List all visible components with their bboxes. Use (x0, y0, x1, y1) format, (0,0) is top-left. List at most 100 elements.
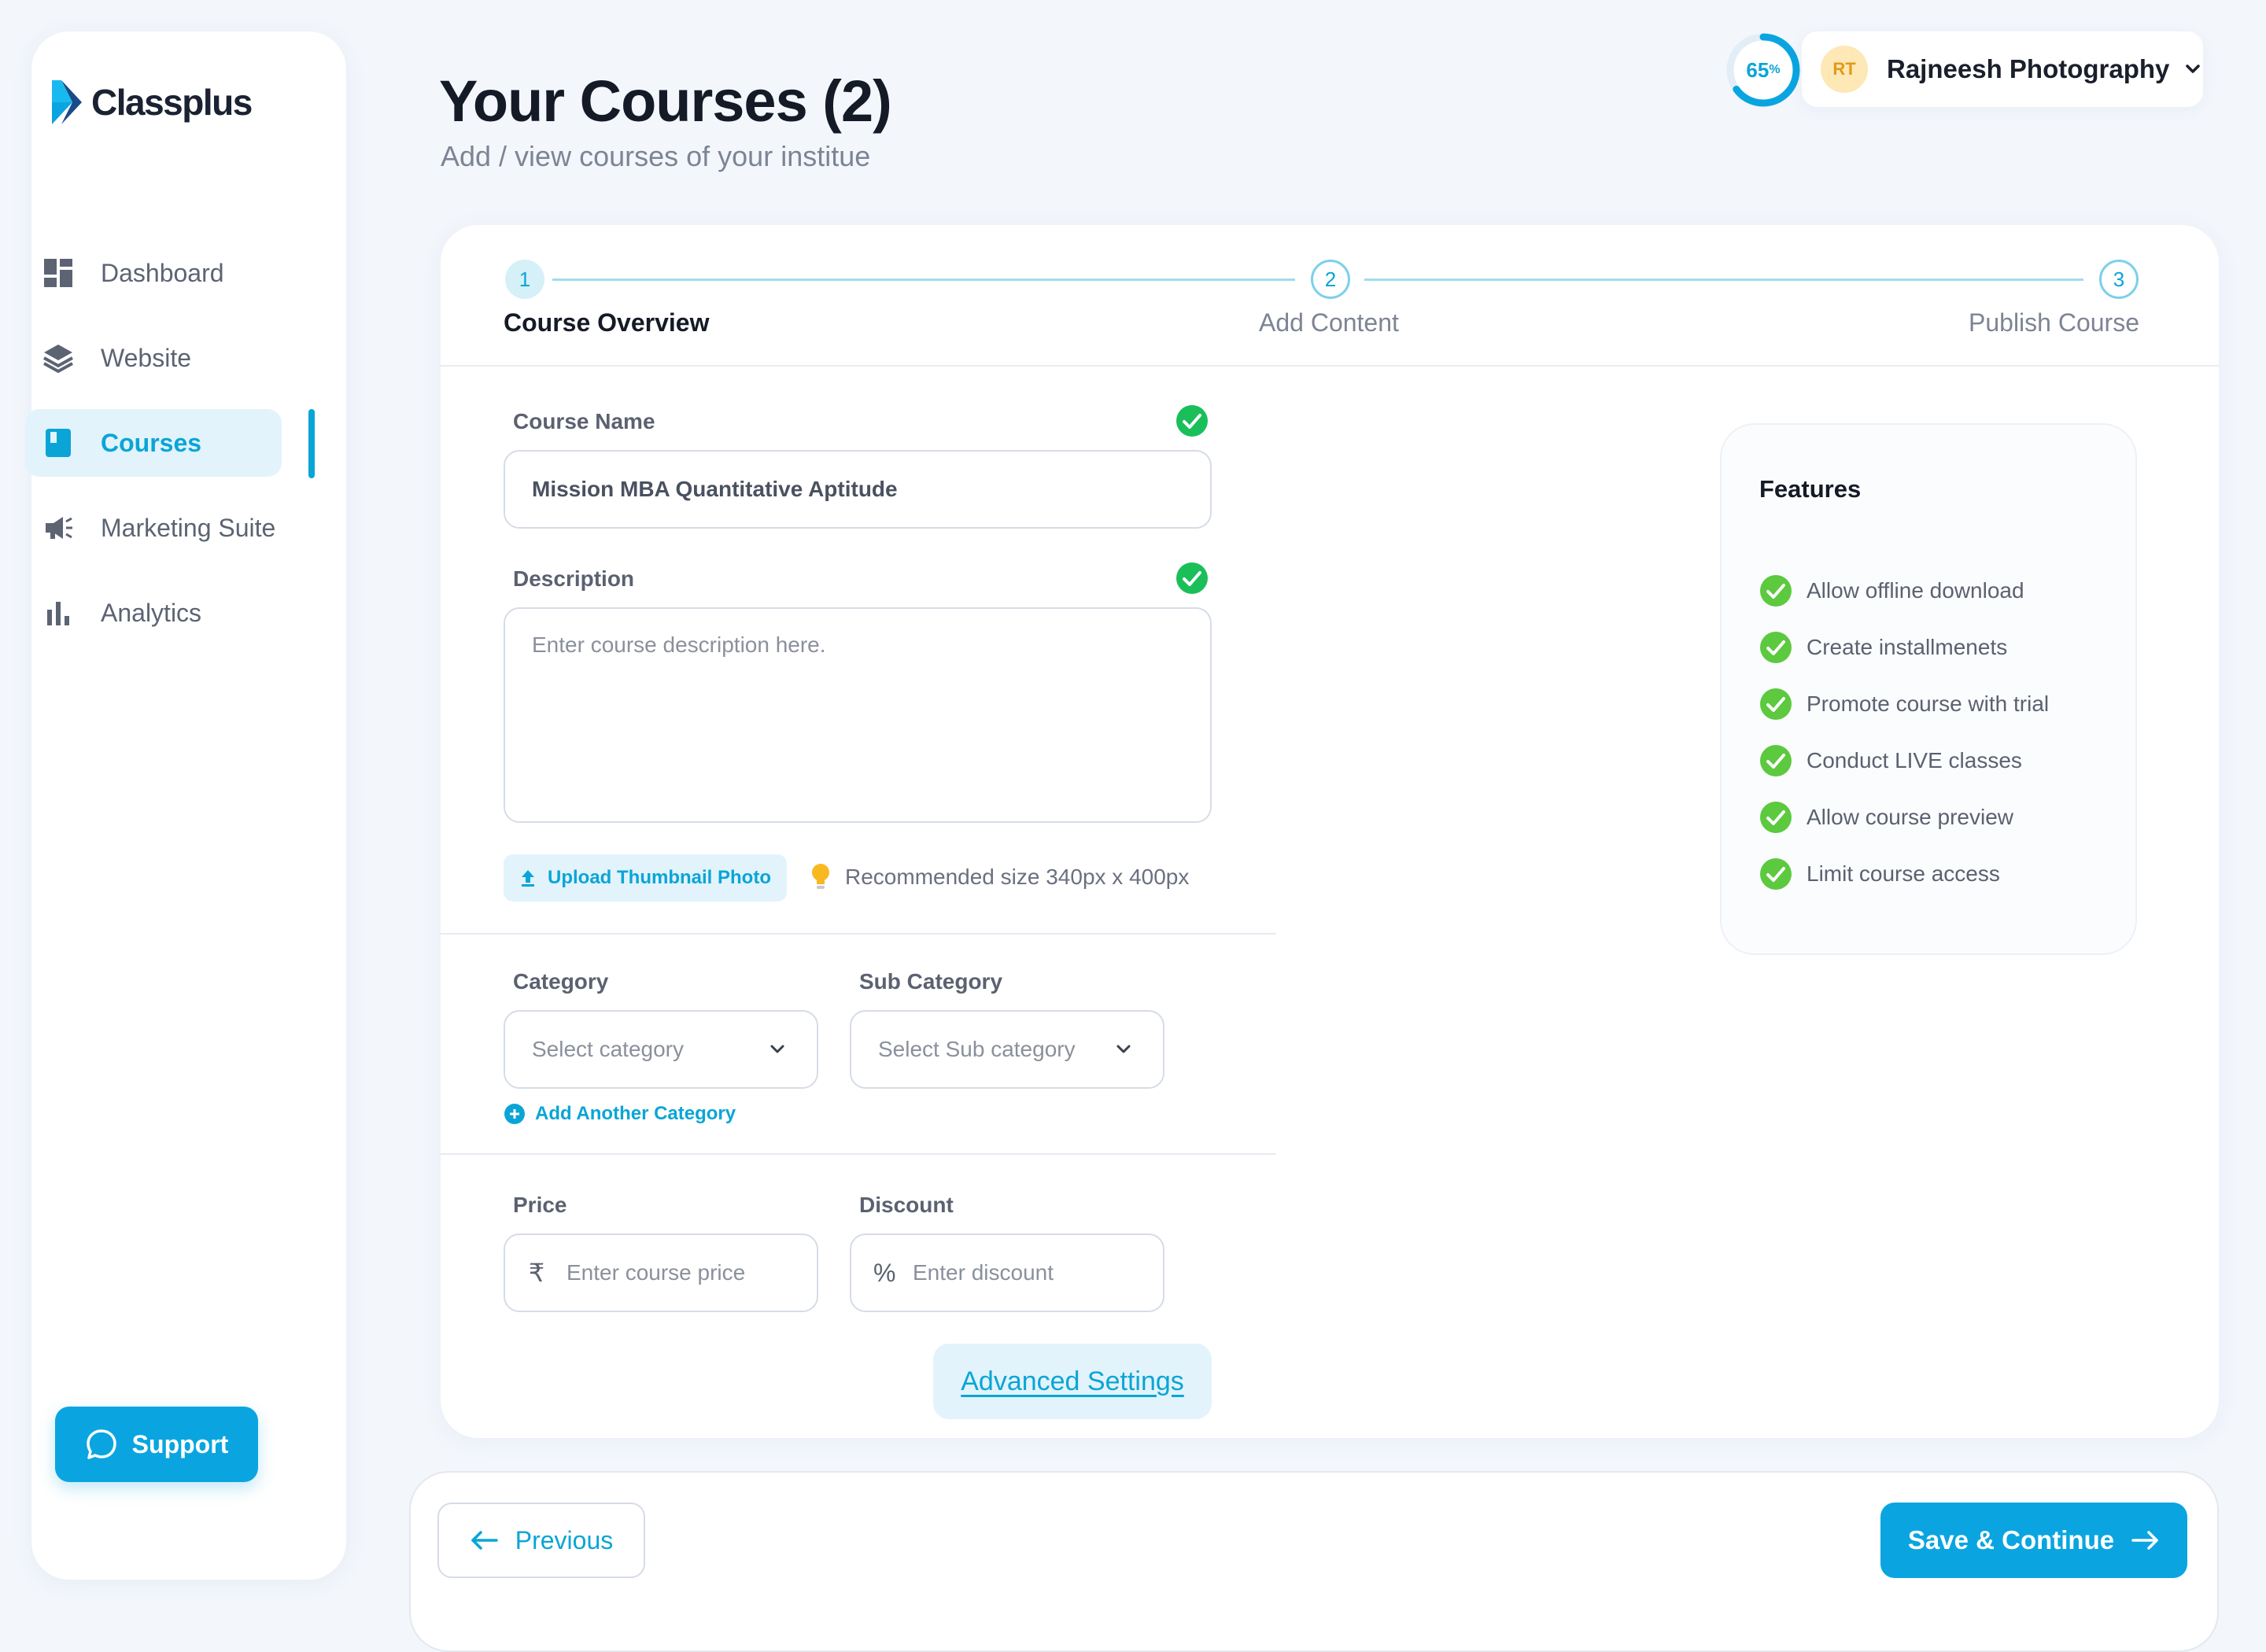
save-and-continue-button[interactable]: Save & Continue (1880, 1503, 2187, 1578)
sidebar-item-dashboard[interactable]: Dashboard (25, 239, 282, 307)
category-placeholder: Select category (532, 1037, 684, 1061)
check-circle-icon (1760, 575, 1792, 607)
price-input[interactable]: ₹ Enter course price (504, 1233, 818, 1312)
check-circle-icon (1760, 858, 1792, 890)
price-label: Price (513, 1193, 567, 1217)
step-3-label: Publish Course (1969, 308, 2139, 337)
book-icon (41, 426, 76, 460)
course-name-input[interactable]: Mission MBA Quantitative Aptitude (504, 450, 1212, 529)
avatar: RT (1821, 46, 1868, 93)
feature-item: Allow offline download (1759, 574, 2024, 607)
support-label: Support (131, 1429, 229, 1458)
chat-bubble-icon (86, 1429, 116, 1459)
page-subtitle: Add / view courses of your institue (441, 140, 871, 172)
step-2-indicator: 2 (1311, 260, 1350, 299)
lightbulb-icon (812, 864, 829, 889)
recommended-size-tip: Recommended size 340px x 400px (810, 862, 1189, 892)
course-name-value: Mission MBA Quantitative Aptitude (532, 477, 898, 501)
arrow-right-icon (2131, 1531, 2158, 1550)
logo[interactable]: Classplus (49, 72, 253, 132)
features-title: Features (1759, 475, 1862, 503)
advanced-settings-button[interactable]: Advanced Settings (933, 1344, 1212, 1419)
category-label: Category (513, 969, 609, 994)
classplus-logo-icon (52, 80, 82, 124)
sub-category-label: Sub Category (859, 969, 1003, 994)
upload-thumbnail-label: Upload Thumbnail Photo (548, 867, 771, 888)
account-switcher[interactable]: RT Rajneesh Photography (1802, 31, 2203, 107)
sidebar-item-label: Marketing Suite (101, 513, 276, 542)
description-textarea[interactable] (504, 607, 1212, 823)
step-1-indicator: 1 (505, 260, 544, 299)
upload-thumbnail-button[interactable]: Upload Thumbnail Photo (504, 854, 787, 902)
active-nav-indicator (308, 409, 315, 478)
chevron-down-icon (2186, 65, 2201, 73)
plus-circle-icon (504, 1104, 525, 1124)
sidebar-item-label: Website (101, 343, 192, 372)
check-circle-icon (1760, 802, 1792, 833)
feature-label: Create installmenets (1807, 635, 2008, 659)
account-name: Rajneesh Photography (1887, 54, 2170, 83)
discount-label: Discount (859, 1193, 954, 1217)
description-label: Description (513, 566, 635, 591)
step-2-label: Add Content (1259, 308, 1399, 337)
stepper-divider (441, 365, 2219, 367)
feature-label: Limit course access (1807, 861, 2000, 886)
recommended-size-text: Recommended size 340px x 400px (845, 865, 1190, 889)
stepper-connector (1364, 278, 2083, 281)
feature-item: Promote course with trial (1759, 688, 2049, 721)
sidebar-item-label: Dashboard (101, 258, 224, 287)
chevron-down-icon (1116, 1045, 1131, 1053)
previous-label: Previous (515, 1525, 614, 1554)
feature-label: Allow course preview (1807, 805, 2013, 829)
sidebar-item-analytics[interactable]: Analytics (25, 579, 282, 647)
rupee-icon: ₹ (528, 1259, 545, 1287)
sidebar-item-label: Analytics (101, 598, 202, 627)
sidebar-item-website[interactable]: Website (25, 324, 282, 392)
sub-category-placeholder: Select Sub category (878, 1037, 1076, 1061)
features-panel: Features Allow offline download Create i… (1720, 423, 2137, 955)
bar-chart-icon (41, 596, 76, 630)
check-circle-icon (1176, 405, 1208, 437)
sidebar-item-label: Courses (101, 428, 202, 457)
step-1-label: Course Overview (504, 308, 710, 337)
discount-input[interactable]: % Enter discount (850, 1233, 1164, 1312)
save-and-continue-label: Save & Continue (1907, 1525, 2115, 1554)
feature-item: Allow course preview (1759, 801, 2013, 834)
previous-button[interactable]: Previous (437, 1503, 645, 1578)
profile-progress-unit: % (1769, 63, 1781, 76)
feature-item: Conduct LIVE classes (1759, 744, 2022, 777)
check-circle-icon (1176, 562, 1208, 594)
check-circle-icon (1760, 688, 1792, 720)
feature-item: Limit course access (1759, 857, 2000, 891)
profile-progress-value: 65 (1746, 57, 1770, 82)
feature-label: Conduct LIVE classes (1807, 748, 2022, 773)
layers-icon (41, 341, 76, 375)
stepper-connector (552, 278, 1295, 281)
percent-icon: % (873, 1258, 896, 1287)
sidebar-item-courses[interactable]: Courses (25, 409, 282, 477)
support-button[interactable]: Support (55, 1407, 258, 1482)
section-divider (441, 1153, 1276, 1155)
step-3-indicator: 3 (2099, 260, 2139, 299)
upload-icon (522, 870, 535, 887)
add-another-category-link[interactable]: Add Another Category (504, 1103, 736, 1125)
page-title: Your Courses (2) (439, 68, 892, 134)
megaphone-icon (41, 511, 76, 545)
dashboard-icon (41, 256, 76, 290)
check-circle-icon (1760, 632, 1792, 663)
profile-progress-text: 65% (1725, 31, 1802, 109)
arrow-left-icon (471, 1531, 498, 1550)
sidebar-item-marketing-suite[interactable]: Marketing Suite (25, 494, 282, 562)
feature-label: Allow offline download (1807, 578, 2024, 603)
section-divider (441, 933, 1276, 935)
logo-text: Classplus (91, 82, 253, 123)
feature-label: Promote course with trial (1807, 691, 2050, 716)
feature-item: Create installmenets (1759, 631, 2007, 664)
check-circle-icon (1760, 745, 1792, 776)
sub-category-select[interactable]: Select Sub category (850, 1010, 1164, 1089)
course-name-label: Course Name (513, 409, 655, 433)
add-another-category-label: Add Another Category (535, 1103, 736, 1124)
chevron-down-icon (770, 1045, 784, 1053)
price-placeholder: Enter course price (566, 1260, 746, 1285)
category-select[interactable]: Select category (504, 1010, 818, 1089)
